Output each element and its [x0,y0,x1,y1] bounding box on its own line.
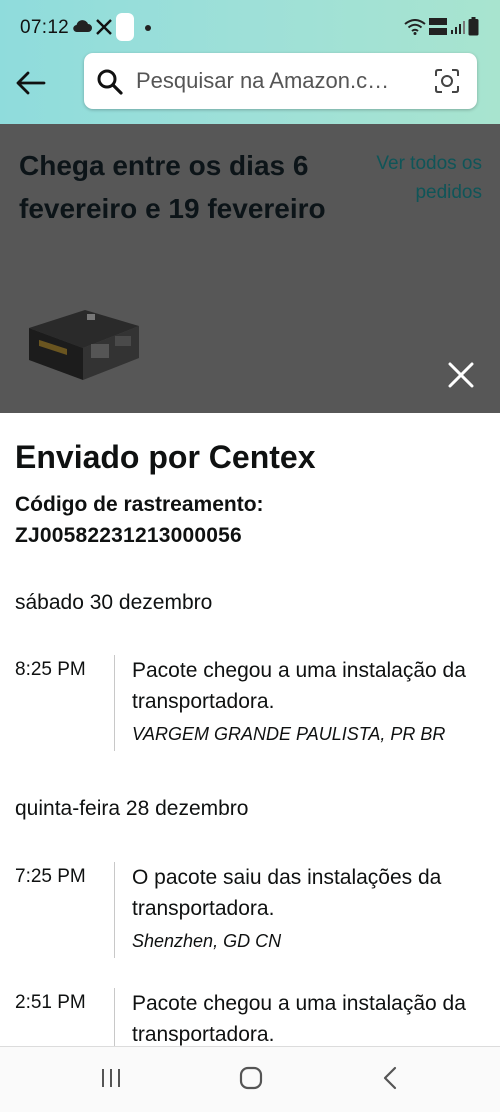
event-description: O pacote saiu das instalações da transpo… [132,866,442,920]
tracking-date: quinta-feira 28 dezembro [15,797,249,820]
shipper-title: Enviado por Centex [15,439,316,475]
back-arrow-icon[interactable] [14,66,48,100]
tracking-event: 7:25 PM O pacote saiu das instalações da… [0,862,500,958]
timeline-divider [114,862,115,958]
tracking-code-label: Código de rastreamento: [15,493,264,516]
search-icon [97,69,123,95]
app-header: 07:12 Pesquisar na Amazon.c… [0,0,500,124]
tracking-event: 8:25 PM Pacote chegou a uma instalação d… [0,655,500,751]
tracking-date: sábado 30 dezembro [15,591,213,614]
back-nav-icon[interactable] [380,1066,402,1090]
wifi-icon [404,19,426,35]
event-location: VARGEM GRANDE PAULISTA, PR BR [132,724,446,744]
notification-pill-icon [116,13,134,41]
camera-search-icon[interactable] [433,67,461,95]
event-time: 7:25 PM [15,866,86,887]
close-icon[interactable] [446,360,476,390]
event-time: 2:51 PM [15,992,86,1013]
system-navigation-bar [0,1046,500,1112]
timeline-divider [114,655,115,751]
volte-icon [429,18,447,35]
tracking-sheet: Enviado por Centex Código de rastreament… [0,413,500,1046]
more-notifications-icon [145,25,151,31]
cloud-icon [73,20,92,33]
recent-apps-icon[interactable] [99,1066,123,1090]
event-description: Pacote chegou a uma instalação da transp… [132,992,466,1046]
signal-icon [451,21,465,34]
order-summary-overlay: Chega entre os dias 6 fevereiro e 19 fev… [0,124,500,413]
status-time: 07:12 [20,17,70,38]
home-icon[interactable] [238,1065,264,1091]
product-thumbnail[interactable] [27,306,141,382]
search-placeholder[interactable]: Pesquisar na Amazon.c… [136,68,389,94]
view-all-orders-link[interactable]: Ver todos os pedidos [342,149,482,207]
event-time: 8:25 PM [15,659,86,680]
x-app-icon [96,19,112,35]
event-description: Pacote chegou a uma instalação da transp… [132,659,466,713]
battery-icon [468,17,479,36]
search-bar[interactable]: Pesquisar na Amazon.c… [84,53,477,109]
tracking-code: ZJ00582231213000056 [15,524,242,547]
event-location: Shenzhen, GD CN [132,931,282,951]
status-bar: 07:12 [0,0,500,54]
arrival-estimate: Chega entre os dias 6 fevereiro e 19 fev… [19,150,326,224]
timeline-divider [114,988,115,1046]
tracking-event: 2:51 PM Pacote chegou a uma instalação d… [0,988,500,1046]
